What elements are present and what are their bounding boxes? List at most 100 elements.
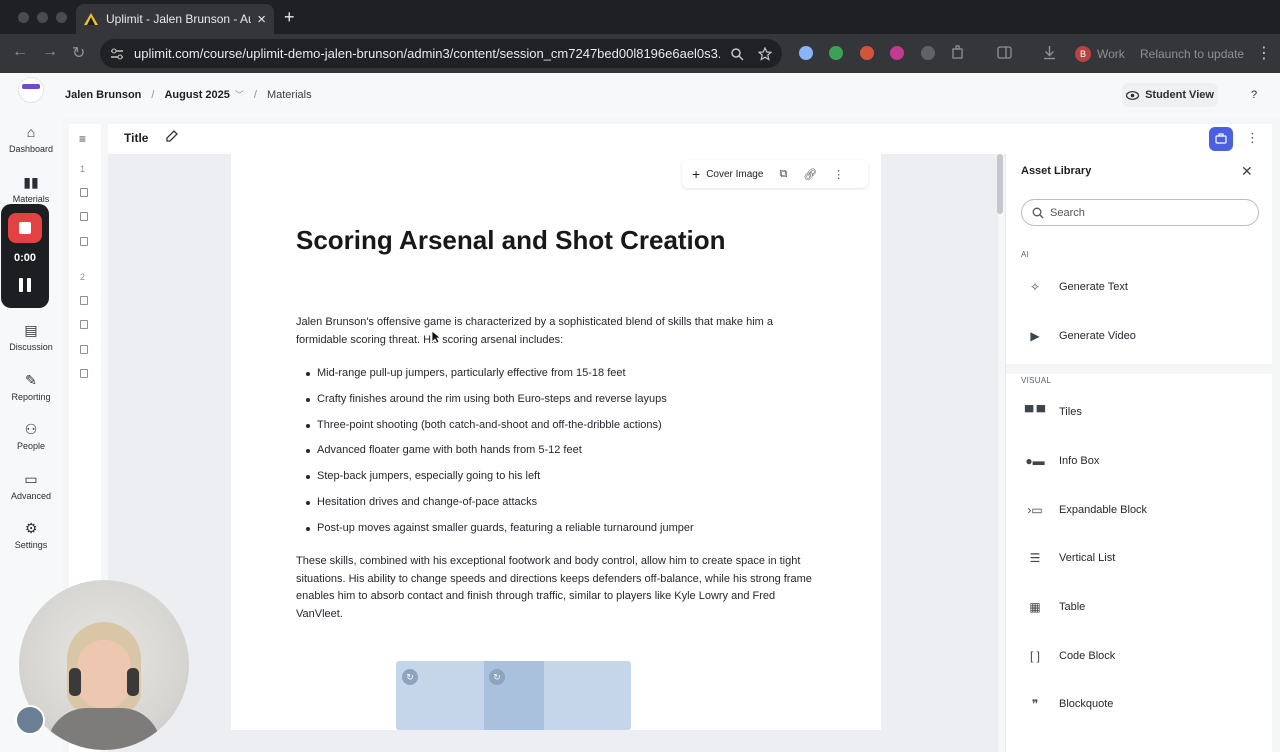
uplimit-logo[interactable] — [18, 77, 44, 103]
extension-3-icon[interactable] — [860, 46, 874, 60]
download-icon[interactable] — [1042, 45, 1057, 60]
editor-title-bar: Title ⋮ — [108, 124, 1272, 154]
asset-generate-video[interactable]: ▶︎ Generate Video — [1021, 316, 1259, 356]
profile-chip[interactable]: B Work — [1071, 42, 1133, 66]
headphone-right — [127, 668, 139, 696]
site-settings-icon[interactable] — [110, 48, 124, 60]
nav-item-dashboard[interactable]: ⌂ Dashboard — [0, 124, 62, 154]
section-label-visual: VISUAL — [1021, 376, 1052, 385]
asset-expandable-block[interactable]: ›▭ Expandable Block — [1021, 490, 1259, 530]
outline-page-icon[interactable] — [80, 296, 88, 305]
outline-page-icon[interactable] — [80, 212, 88, 221]
outline-page-icon[interactable] — [80, 369, 88, 378]
outline-section-1[interactable]: 1 — [80, 164, 85, 174]
skills-list[interactable]: Mid-range pull-up jumpers, particularly … — [305, 366, 825, 547]
image-block-placeholder[interactable]: ↻ ↻ — [396, 661, 631, 730]
nav-item-people[interactable]: ⚇ People — [0, 421, 62, 451]
page-title[interactable]: Title — [124, 131, 148, 145]
info-box-icon: ●▬ — [1025, 454, 1045, 468]
back-icon[interactable]: ← — [12, 43, 28, 61]
asset-code-block[interactable]: [ ] Code Block — [1021, 636, 1259, 676]
cover-image-button[interactable]: Cover Image — [706, 169, 763, 180]
more-options-icon[interactable]: ⋮ — [1246, 130, 1259, 146]
browser-tab-bar: Uplimit - Jalen Brunson - Aug × + — [0, 0, 1280, 34]
breadcrumb-separator: / — [151, 88, 155, 101]
help-icon[interactable]: ? — [1251, 89, 1257, 101]
list-item: Post-up moves against smaller guards, fe… — [305, 521, 825, 547]
vertical-list-icon: ☰ — [1029, 551, 1041, 565]
presenter-shirt — [47, 708, 161, 750]
share-icon[interactable] — [165, 129, 179, 143]
section-divider — [1006, 364, 1273, 374]
avatar[interactable] — [15, 705, 45, 735]
outline-page-icon[interactable] — [80, 345, 88, 354]
window-zoom-control[interactable] — [56, 12, 67, 23]
asset-generate-text[interactable]: ✧ Generate Text — [1021, 267, 1259, 307]
asset-library-toggle-button[interactable] — [1209, 127, 1233, 151]
chevron-down-icon[interactable]: ﹀ — [235, 88, 244, 101]
webcam-bubble[interactable] — [19, 580, 189, 750]
window-minimize-control[interactable] — [37, 12, 48, 23]
breadcrumb-course[interactable]: Jalen Brunson — [65, 89, 141, 101]
nav-item-reporting[interactable]: ✎ Reporting — [0, 372, 62, 402]
menu-icon[interactable]: ≡ — [79, 132, 86, 146]
asset-blockquote[interactable]: ❞ Blockquote — [1021, 684, 1259, 724]
chat-icon: ▤ — [24, 322, 38, 338]
asset-info-box[interactable]: ●▬ Info Box — [1021, 441, 1259, 481]
extension-2-icon[interactable] — [829, 46, 843, 60]
outline-page-icon[interactable] — [80, 188, 88, 197]
outline-page-icon[interactable] — [80, 237, 88, 246]
url-text: uplimit.com/course/uplimit-demo-jalen-br… — [134, 46, 720, 61]
nav-item-settings[interactable]: ⚙ Settings — [0, 520, 62, 550]
outline-section-2[interactable]: 2 — [80, 272, 85, 282]
nav-item-discussion[interactable]: ▤ Discussion — [0, 322, 62, 352]
video-icon: ▶︎ — [1030, 329, 1040, 343]
forward-icon[interactable]: → — [42, 43, 58, 61]
list-item: Crafty finishes around the rim using bot… — [305, 392, 825, 418]
bookmark-star-icon[interactable] — [758, 46, 772, 61]
asset-vertical-list[interactable]: ☰ Vertical List — [1021, 538, 1259, 578]
window-close-control[interactable] — [18, 12, 29, 23]
editor-scrollbar[interactable] — [997, 154, 1003, 214]
document-heading[interactable]: Scoring Arsenal and Shot Creation — [296, 225, 726, 256]
browser-menu-icon[interactable]: ⋮ — [1256, 43, 1272, 63]
asset-search-input[interactable]: Search — [1021, 199, 1259, 226]
student-view-button[interactable]: Student View — [1122, 83, 1218, 107]
breadcrumb-session[interactable]: August 2025 — [164, 89, 229, 101]
screen-recorder: 0:00 — [1, 204, 49, 308]
asset-table[interactable]: ▦ Table — [1021, 587, 1259, 627]
breadcrumb-page: Materials — [266, 88, 312, 101]
uplimit-favicon-icon — [84, 13, 98, 25]
browser-tab[interactable]: Uplimit - Jalen Brunson - Aug × — [76, 4, 274, 34]
closing-paragraph[interactable]: These skills, combined with his exceptio… — [296, 553, 822, 623]
new-tab-button[interactable]: + — [284, 7, 295, 28]
breadcrumb-separator: / — [253, 88, 257, 101]
side-panel-icon[interactable] — [997, 46, 1012, 59]
rocket-icon: ⌂ — [26, 124, 36, 140]
duplicate-icon[interactable]: ⧉ — [779, 168, 787, 181]
stop-recording-button[interactable] — [8, 213, 42, 243]
nav-item-advanced[interactable]: ▭ Advanced — [0, 471, 62, 501]
extension-5-icon[interactable] — [921, 46, 935, 60]
relaunch-to-update-button[interactable]: Relaunch to update — [1140, 42, 1244, 66]
reload-icon[interactable]: ↻ — [72, 43, 85, 63]
profile-avatar: B — [1075, 46, 1091, 62]
asset-tiles[interactable]: ▀ ▀ Tiles — [1021, 392, 1259, 432]
intro-paragraph[interactable]: Jalen Brunson's offensive game is charac… — [296, 314, 822, 349]
nav-item-materials[interactable]: ▮▮ Materials — [0, 174, 62, 204]
tab-close-icon[interactable]: × — [257, 11, 266, 28]
asset-library-panel: Asset Library ✕ Search AI ✧ Generate Tex… — [1005, 154, 1273, 752]
extensions-puzzle-icon[interactable] — [951, 45, 966, 60]
extension-1-icon[interactable] — [799, 46, 813, 60]
asset-label: Generate Video — [1059, 330, 1136, 342]
address-bar[interactable]: uplimit.com/course/uplimit-demo-jalen-br… — [100, 39, 782, 68]
more-options-icon[interactable]: ⋮ — [833, 168, 844, 181]
extension-4-icon[interactable] — [890, 46, 904, 60]
nav-label: People — [16, 441, 46, 451]
asset-label: Generate Text — [1059, 281, 1128, 293]
link-icon[interactable]: 🔗︎ — [803, 168, 817, 181]
close-icon[interactable]: ✕ — [1241, 163, 1253, 180]
zoom-search-icon[interactable] — [730, 47, 744, 61]
pause-icon[interactable] — [19, 278, 31, 292]
outline-page-icon[interactable] — [80, 320, 88, 329]
